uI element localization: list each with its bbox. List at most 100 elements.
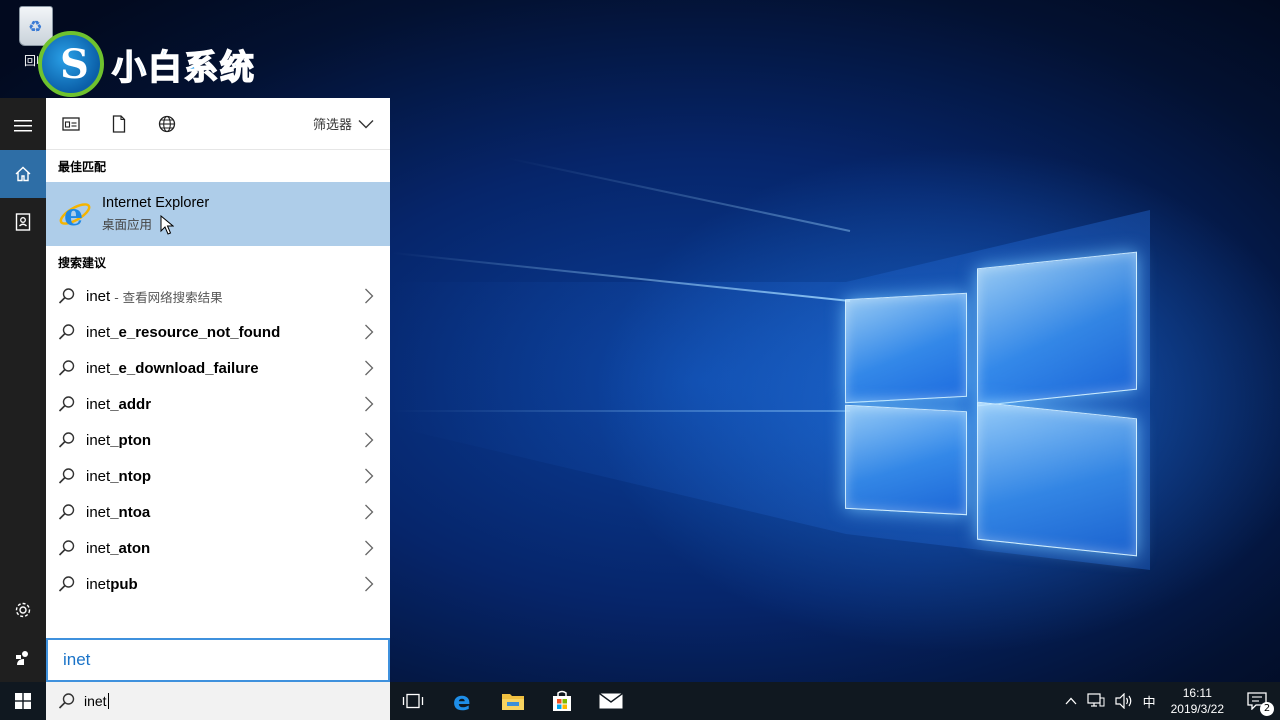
search-icon	[58, 693, 75, 709]
rail-home-button[interactable]	[0, 150, 46, 198]
watermark-text: 小白系统	[111, 47, 256, 89]
logo-pane	[845, 292, 967, 404]
suggestions-heading: 搜索建议	[58, 255, 107, 270]
edge-icon: e	[453, 689, 471, 713]
search-icon	[58, 396, 75, 412]
query-preview-bar[interactable]: inet	[46, 638, 390, 682]
chevron-right-icon[interactable]	[364, 576, 374, 592]
suggestion-item[interactable]: inet _e_download_failure	[46, 350, 390, 386]
search-icon	[58, 504, 75, 520]
suggestion-prefix: inet	[86, 503, 111, 521]
suggestion-item[interactable]: inet _ntop	[46, 458, 390, 494]
rail-notebook-button[interactable]	[0, 198, 46, 246]
clock-button[interactable]: 16:11 2019/3/22	[1161, 685, 1234, 717]
mail-button[interactable]	[587, 682, 635, 720]
best-match-result[interactable]: e Internet Explorer 桌面应用	[46, 182, 390, 246]
search-icon	[58, 468, 75, 484]
suggestion-item[interactable]: inet pub	[46, 566, 390, 602]
watermark-glyph: S	[60, 41, 89, 88]
suggestion-item[interactable]: inet _aton	[46, 530, 390, 566]
start-button[interactable]	[0, 682, 46, 720]
suggestion-completion: _addr	[110, 395, 152, 413]
mouse-pointer-icon	[160, 214, 175, 239]
task-view-button[interactable]	[389, 682, 437, 720]
scope-documents-button[interactable]	[108, 113, 130, 135]
chevron-right-icon[interactable]	[364, 396, 374, 412]
suggestion-completion: _ntoa	[110, 503, 151, 521]
suggestion-prefix: inet	[86, 575, 111, 593]
logo-pane	[977, 251, 1137, 407]
notebook-icon	[15, 213, 31, 231]
taskbar-search-box[interactable]: inet	[46, 682, 390, 720]
speaker-icon	[1114, 693, 1131, 709]
suggestion-item[interactable]: inet - 查看网络搜索结果	[46, 278, 390, 314]
wallpaper-light-beam	[507, 157, 851, 232]
show-hidden-icons-button[interactable]	[1060, 682, 1082, 720]
hamburger-icon	[14, 120, 32, 132]
suggestion-item[interactable]: inet _pton	[46, 422, 390, 458]
input-method-button[interactable]: 中	[1138, 682, 1161, 720]
suggestion-completion: _aton	[110, 539, 151, 557]
chevron-right-icon[interactable]	[364, 360, 374, 376]
chevron-right-icon[interactable]	[364, 432, 374, 448]
windows-icon	[15, 693, 31, 709]
store-button[interactable]	[538, 682, 586, 720]
best-match-type: 桌面应用	[102, 217, 153, 232]
search-icon	[58, 324, 75, 340]
best-match-heading: 最佳匹配	[58, 159, 107, 174]
chevron-right-icon[interactable]	[364, 540, 374, 556]
search-icon	[58, 540, 75, 556]
suggestion-prefix: inet	[86, 539, 111, 557]
chevron-right-icon[interactable]	[364, 468, 374, 484]
watermark-logo: S 小白系统	[38, 30, 256, 98]
suggestion-prefix: inet	[86, 287, 111, 305]
network-icon	[1086, 693, 1105, 707]
suggestion-item[interactable]: inet _e_resource_not_found	[46, 314, 390, 350]
svg-text:e: e	[64, 198, 83, 231]
search-icon	[58, 576, 75, 592]
rail-feedback-button[interactable]	[0, 634, 46, 682]
chevron-right-icon[interactable]	[364, 324, 374, 340]
suggestion-prefix: inet	[86, 431, 111, 449]
chevron-down-icon	[358, 119, 374, 128]
edge-button[interactable]: e	[440, 682, 488, 720]
action-center-button[interactable]: 2	[1234, 682, 1280, 720]
apps-icon	[62, 116, 80, 131]
watermark-emblem: S	[38, 31, 104, 97]
logo-pane	[845, 404, 967, 516]
mail-icon	[599, 693, 623, 709]
network-button[interactable]	[1082, 682, 1110, 720]
chevron-right-icon[interactable]	[364, 288, 374, 304]
notification-count-badge: 2	[1260, 702, 1274, 716]
logo-pane	[977, 401, 1137, 557]
suggestion-prefix: inet	[86, 395, 111, 413]
clock-time: 16:11	[1182, 686, 1212, 700]
feedback-icon	[16, 651, 28, 665]
rail-menu-button[interactable]	[0, 102, 46, 150]
scope-apps-button[interactable]	[60, 113, 82, 135]
best-match-name: Internet Explorer	[102, 195, 210, 211]
document-icon	[112, 114, 126, 133]
filter-label: 筛选器	[312, 118, 352, 133]
suggestion-completion: _e_download_failure	[110, 359, 259, 377]
volume-button[interactable]	[1110, 682, 1138, 720]
suggestion-completion: _e_resource_not_found	[110, 323, 281, 341]
globe-icon	[158, 115, 176, 132]
suggestion-hint: - 查看网络搜索结果	[114, 289, 223, 305]
wallpaper-light-beam	[390, 410, 850, 412]
query-preview-text: inet	[63, 650, 91, 669]
suggestion-item[interactable]: inet _ntoa	[46, 494, 390, 530]
suggestion-completion: pub	[110, 575, 138, 593]
task-view-icon	[402, 693, 424, 709]
file-explorer-button[interactable]	[489, 682, 537, 720]
taskbar: inet e 中 16:11 2019/3/22 2	[0, 682, 1280, 720]
filter-dropdown[interactable]: 筛选器	[313, 114, 374, 133]
rail-settings-button[interactable]	[0, 586, 46, 634]
suggestion-item[interactable]: inet _addr	[46, 386, 390, 422]
chevron-right-icon[interactable]	[364, 504, 374, 520]
suggestion-completion: _ntop	[110, 467, 152, 485]
taskbar-search-input[interactable]: inet	[84, 693, 107, 709]
scope-web-button[interactable]	[156, 113, 178, 135]
suggestion-prefix: inet	[86, 359, 111, 377]
suggestion-completion: _pton	[110, 431, 152, 449]
